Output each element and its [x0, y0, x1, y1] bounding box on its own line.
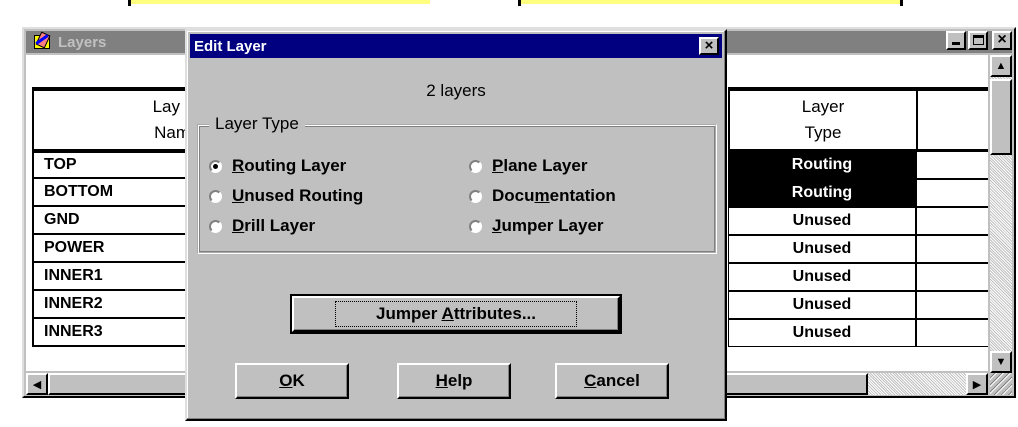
- layer-type-group-label: Layer Type: [209, 114, 305, 134]
- dialog-close-button[interactable]: ×: [699, 37, 719, 55]
- column-header-empty: [918, 87, 988, 151]
- layer-type-cell[interactable]: Routing: [728, 179, 916, 207]
- help-button[interactable]: Help: [397, 363, 511, 399]
- layer-name-column: TOP BOTTOM GND POWER INNER1 INNER2 INNER3: [32, 151, 192, 347]
- vertical-scrollbar[interactable]: ▲ ▼: [990, 55, 1012, 373]
- column-header-layer-name[interactable]: Lay Nam: [32, 87, 192, 151]
- radio-indicator: [209, 159, 222, 173]
- empty-cell: [916, 179, 988, 207]
- radio-indicator: [209, 219, 222, 233]
- radio-indicator: [469, 159, 482, 173]
- radio-jumper-label: Jumper Layer: [492, 216, 604, 235]
- close-icon: ×: [704, 37, 714, 54]
- arrow-right-icon: ▶: [972, 378, 982, 391]
- radio-indicator: [469, 189, 482, 203]
- close-icon: ×: [997, 31, 1007, 48]
- selected-layer-count: 2 layers: [426, 81, 486, 100]
- arrow-up-icon: ▲: [995, 60, 1007, 72]
- cancel-label: Cancel: [584, 371, 640, 390]
- radio-jumper-layer[interactable]: Jumper Layer: [469, 216, 604, 236]
- radio-unused-routing[interactable]: Unused Routing: [209, 186, 363, 206]
- radio-indicator: [209, 189, 222, 203]
- scroll-up-button[interactable]: ▲: [990, 55, 1012, 77]
- scroll-left-button[interactable]: ◀: [26, 373, 48, 395]
- minimize-icon: [952, 42, 960, 45]
- radio-plane-label: Plane Layer: [492, 156, 588, 175]
- layer-name-cell[interactable]: INNER2: [32, 291, 192, 319]
- layers-app-icon: [32, 31, 54, 52]
- dialog-titlebar[interactable]: Edit Layer ×: [190, 34, 722, 58]
- cancel-button[interactable]: Cancel: [555, 363, 669, 399]
- empty-cell: [916, 291, 988, 319]
- radio-routing-label: Routing Layer: [232, 156, 347, 175]
- arrow-left-icon: ◀: [32, 378, 42, 391]
- layer-name-cell[interactable]: BOTTOM: [32, 179, 192, 207]
- layer-type-cell[interactable]: Unused: [728, 291, 916, 319]
- help-label: Help: [435, 371, 473, 390]
- header-type-line1: Layer: [801, 97, 845, 116]
- radio-drill-label: Drill Layer: [232, 216, 316, 235]
- radio-unused-label: Unused Routing: [232, 186, 364, 205]
- jumper-attributes-button[interactable]: Jumper Attributes...: [290, 294, 622, 334]
- maximize-button[interactable]: [968, 31, 988, 50]
- size-grip[interactable]: [990, 373, 1012, 395]
- minimize-button[interactable]: [946, 31, 966, 50]
- arrow-down-icon: ▼: [995, 356, 1007, 368]
- radio-plane-layer[interactable]: Plane Layer: [469, 156, 587, 176]
- layer-name-cell[interactable]: POWER: [32, 235, 192, 263]
- empty-cell: [916, 319, 988, 347]
- radio-routing-layer[interactable]: Routing Layer: [209, 156, 346, 176]
- empty-cell: [916, 151, 988, 179]
- layer-name-cell[interactable]: INNER1: [32, 263, 192, 291]
- ok-label: OK: [279, 371, 305, 390]
- vertical-scroll-thumb[interactable]: [990, 79, 1012, 155]
- layer-name-cell[interactable]: INNER3: [32, 319, 192, 347]
- scroll-down-button[interactable]: ▼: [990, 351, 1012, 373]
- empty-cell: [916, 235, 988, 263]
- header-name-line1: Lay: [152, 97, 180, 116]
- close-window-button[interactable]: ×: [992, 31, 1012, 50]
- layer-type-cell[interactable]: Unused: [728, 319, 916, 347]
- layer-type-cell[interactable]: Unused: [728, 263, 916, 291]
- jumper-attributes-label: Jumper Attributes...: [335, 301, 577, 327]
- radio-indicator: [469, 219, 482, 233]
- layer-type-cell[interactable]: Unused: [728, 207, 916, 235]
- column-header-layer-type[interactable]: Layer Type: [728, 87, 918, 151]
- edit-layer-dialog: Edit Layer × 2 layers Layer Type Routing…: [185, 29, 727, 421]
- dialog-title: Edit Layer: [194, 37, 267, 55]
- layer-name-cell[interactable]: GND: [32, 207, 192, 235]
- layer-name-cell[interactable]: TOP: [32, 151, 192, 179]
- scroll-right-button[interactable]: ▶: [966, 373, 988, 395]
- radio-documentation-label: Documentation: [492, 186, 616, 205]
- radio-documentation[interactable]: Documentation: [469, 186, 616, 206]
- layer-type-cell[interactable]: Routing: [728, 151, 916, 179]
- radio-drill-layer[interactable]: Drill Layer: [209, 216, 315, 236]
- layer-type-cell[interactable]: Unused: [728, 235, 916, 263]
- empty-cell: [916, 263, 988, 291]
- layers-window-title: Layers: [58, 33, 107, 51]
- layer-type-group: Layer Type Routing Layer Unused Routing …: [197, 114, 717, 254]
- ok-button[interactable]: OK: [235, 363, 349, 399]
- header-type-line2: Type: [804, 123, 842, 142]
- empty-cell: [916, 207, 988, 235]
- maximize-icon: [973, 35, 984, 45]
- background-strip: [120, 0, 910, 6]
